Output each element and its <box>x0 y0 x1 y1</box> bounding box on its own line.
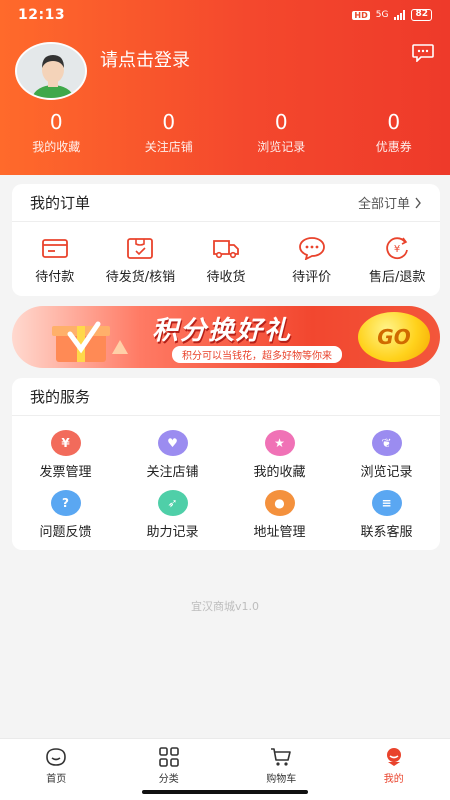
banner-go-button[interactable]: GO <box>358 312 430 362</box>
stat-value: 0 <box>387 110 401 134</box>
service-label: 地址管理 <box>253 525 306 540</box>
heart-icon: ♥ <box>157 430 188 456</box>
stat-label: 我的收藏 <box>32 140 81 154</box>
tab-label: 分类 <box>158 774 179 785</box>
stat-history[interactable]: 0 浏览记录 <box>225 110 338 155</box>
all-orders-label: 全部订单 <box>357 197 410 212</box>
service-followed-shops[interactable]: ♥ 关注店铺 <box>119 430 226 480</box>
service-label: 联系客服 <box>360 525 413 540</box>
signal-icon <box>394 10 406 20</box>
order-pending-payment[interactable]: 待付款 <box>12 236 98 285</box>
service-invoice[interactable]: ¥ 发票管理 <box>12 430 119 480</box>
service-customer-support[interactable]: ≡ 联系客服 <box>333 490 440 540</box>
order-after-sales[interactable]: ¥ 售后/退款 <box>354 236 440 285</box>
tab-label: 购物车 <box>266 774 297 785</box>
profile-header: 12:13 HD 5G 82 请点击登录 0 我的收藏 0 关注店铺 0 浏览记… <box>0 0 450 175</box>
tab-label: 首页 <box>46 774 67 785</box>
order-item-label: 待评价 <box>292 270 332 285</box>
service-label: 发票管理 <box>39 465 92 480</box>
orders-header: 我的订单 全部订单 <box>12 184 440 222</box>
services-card: 我的服务 ¥ 发票管理 ♥ 关注店铺 ★ 我的收藏 ❦ 浏览记录 ? 问题反馈 … <box>12 378 440 550</box>
banner-subtitle: 积分可以当钱花，超多好物等你来 <box>172 346 342 363</box>
wallet-icon <box>41 239 68 258</box>
all-orders-link[interactable]: 全部订单 <box>358 193 422 212</box>
truck-icon <box>213 240 239 259</box>
tab-label: 我的 <box>383 774 404 785</box>
package-icon <box>127 238 154 259</box>
orders-card: 我的订单 全部订单 待付款 待发货/核销 待收货 待评价 ¥ 售后/退款 <box>12 184 440 296</box>
service-label: 我的收藏 <box>253 465 306 480</box>
star-icon: ★ <box>264 430 295 456</box>
location-icon: ● <box>264 490 295 516</box>
stat-value: 0 <box>274 110 288 134</box>
svg-text:¥: ¥ <box>394 244 400 255</box>
stat-followed-shops[interactable]: 0 关注店铺 <box>113 110 226 155</box>
service-history[interactable]: ❦ 浏览记录 <box>333 430 440 480</box>
question-icon: ? <box>50 490 81 516</box>
order-item-label: 待付款 <box>35 270 75 285</box>
points-exchange-banner[interactable]: 积分换好礼 积分可以当钱花，超多好物等你来 GO <box>12 306 440 368</box>
network-label: 5G <box>375 10 389 20</box>
stat-coupons[interactable]: 0 优惠券 <box>338 110 450 155</box>
hd-badge: HD <box>352 10 370 20</box>
stat-value: 0 <box>49 110 63 134</box>
avatar-person-icon <box>17 44 85 98</box>
stat-label: 浏览记录 <box>257 140 306 154</box>
tab-mine[interactable]: 我的 <box>338 739 450 800</box>
comment-icon <box>298 237 325 260</box>
home-indicator <box>142 790 308 794</box>
invoice-icon: ¥ <box>50 430 81 456</box>
login-prompt[interactable]: 请点击登录 <box>100 46 190 72</box>
services-header: 我的服务 <box>12 378 440 416</box>
status-indicators: HD 5G 82 <box>352 9 432 21</box>
service-label: 问题反馈 <box>39 525 92 540</box>
orders-title: 我的订单 <box>30 194 91 212</box>
cart-icon <box>271 748 292 766</box>
stat-value: 0 <box>162 110 176 134</box>
app-version: 宜汉商城v1.0 <box>190 600 259 613</box>
order-item-label: 待收货 <box>206 270 246 285</box>
service-address[interactable]: ● 地址管理 <box>226 490 333 540</box>
service-favorites[interactable]: ★ 我的收藏 <box>226 430 333 480</box>
gift-box-icon <box>52 321 128 362</box>
message-icon[interactable] <box>412 44 434 62</box>
status-time: 12:13 <box>18 7 66 23</box>
stat-label: 优惠券 <box>375 140 412 154</box>
banner-title: 积分换好礼 <box>152 316 293 346</box>
home-icon <box>46 748 67 766</box>
stats-row: 0 我的收藏 0 关注店铺 0 浏览记录 0 优惠券 <box>0 110 450 155</box>
tab-home[interactable]: 首页 <box>0 739 113 800</box>
services-title: 我的服务 <box>30 388 91 406</box>
stat-label: 关注店铺 <box>144 140 193 154</box>
order-pending-review[interactable]: 待评价 <box>269 236 355 285</box>
profile-icon <box>386 748 401 766</box>
refund-icon: ¥ <box>386 237 409 260</box>
stat-favorites[interactable]: 0 我的收藏 <box>0 110 113 155</box>
order-item-label: 售后/退款 <box>368 270 426 285</box>
services-grid: ¥ 发票管理 ♥ 关注店铺 ★ 我的收藏 ❦ 浏览记录 ? 问题反馈 ➶ 助力记… <box>12 416 440 540</box>
category-icon <box>158 747 179 767</box>
service-icon: ≡ <box>371 490 402 516</box>
service-label: 关注店铺 <box>146 465 199 480</box>
rocket-icon: ➶ <box>157 490 188 516</box>
service-label: 助力记录 <box>146 525 199 540</box>
service-label: 浏览记录 <box>360 465 413 480</box>
order-status-row: 待付款 待发货/核销 待收货 待评价 ¥ 售后/退款 <box>12 222 440 285</box>
footprint-icon: ❦ <box>371 430 402 456</box>
battery-icon: 82 <box>411 9 432 21</box>
chevron-right-icon <box>415 197 421 208</box>
order-pending-shipment[interactable]: 待发货/核销 <box>98 236 184 285</box>
order-item-label: 待发货/核销 <box>105 270 176 285</box>
service-boost-records[interactable]: ➶ 助力记录 <box>119 490 226 540</box>
service-feedback[interactable]: ? 问题反馈 <box>12 490 119 540</box>
status-bar: 12:13 HD 5G 82 <box>0 0 450 30</box>
avatar[interactable] <box>15 42 87 100</box>
order-pending-receipt[interactable]: 待收货 <box>183 236 269 285</box>
